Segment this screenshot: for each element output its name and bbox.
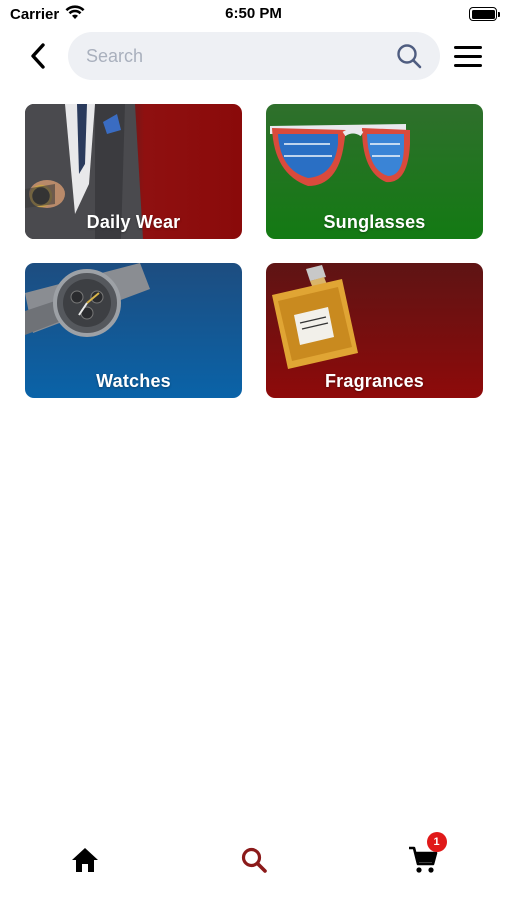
tab-cart[interactable]: 1 <box>393 832 453 880</box>
status-left: Carrier <box>10 4 85 24</box>
menu-button[interactable] <box>454 39 488 73</box>
tab-search[interactable] <box>224 840 284 880</box>
back-button[interactable] <box>18 36 58 76</box>
screen: Carrier 6:50 PM Search Daily Wear Sungla… <box>0 0 507 900</box>
search-input[interactable] <box>86 45 394 67</box>
wifi-icon <box>65 4 85 24</box>
category-card-watches[interactable]: Watches <box>25 263 242 398</box>
hamburger-menu-icon-line <box>454 45 482 49</box>
category-card-fragrances[interactable]: Fragrances <box>266 263 483 398</box>
search-bar[interactable] <box>68 32 440 80</box>
category-label: Fragrances <box>324 371 425 391</box>
bottom-tab-bar: 1 <box>0 832 507 900</box>
hamburger-menu-icon-line <box>454 54 482 58</box>
home-icon <box>71 848 98 872</box>
battery-level <box>471 9 495 19</box>
category-label: Sunglasses <box>323 212 426 232</box>
cart-badge: 1 <box>426 832 447 852</box>
header <box>0 32 507 80</box>
battery-icon <box>469 7 500 21</box>
category-label: Daily Wear <box>86 212 181 232</box>
tab-home[interactable] <box>55 840 115 880</box>
search-icon <box>397 44 422 69</box>
status-bar: Carrier 6:50 PM <box>0 0 507 28</box>
category-card-sunglasses[interactable]: Sunglasses <box>266 104 483 239</box>
search-button[interactable] <box>394 41 424 71</box>
hamburger-menu-icon-line <box>454 63 482 67</box>
category-label: Watches <box>96 371 171 391</box>
category-card-daily-wear[interactable]: Daily Wear <box>25 104 242 239</box>
carrier-label: Carrier <box>10 5 60 23</box>
chevron-left-icon <box>31 43 45 69</box>
category-grid: Daily Wear Sunglasses Watches Fragrances <box>25 104 483 398</box>
search-icon <box>241 847 267 873</box>
